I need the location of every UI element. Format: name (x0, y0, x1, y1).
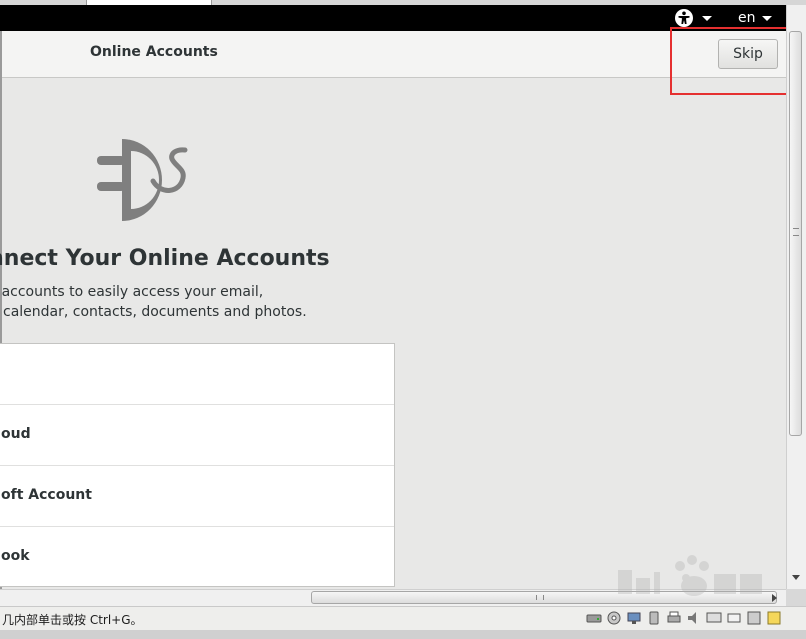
vertical-scroll-thumb[interactable] (789, 31, 802, 436)
description-line: calendar, contacts, documents and photos… (3, 304, 307, 320)
language-label: en (738, 10, 756, 26)
online-accounts-plug-icon (97, 139, 188, 221)
skip-highlight-box (670, 27, 788, 95)
hard-disk-icon[interactable] (586, 610, 602, 626)
account-row-label: ook (1, 548, 30, 564)
chevron-down-icon (702, 15, 712, 21)
header-bar: Online Accounts Skip (0, 31, 786, 78)
account-provider-list: oud oft Account ook (0, 343, 395, 587)
language-menu[interactable]: en (738, 8, 772, 28)
baidu-watermark-icon (618, 555, 762, 596)
account-row[interactable]: ook (0, 527, 394, 588)
accessibility-icon (675, 9, 693, 27)
account-row[interactable] (0, 344, 394, 405)
page-heading: onnect Your Online Accounts (0, 246, 330, 271)
account-row-label: oft Account (1, 487, 92, 503)
page-title: Online Accounts (90, 44, 218, 60)
vm-screen[interactable]: en Online Accounts Skip onnect Your Onli… (0, 5, 786, 589)
status-text: 几内部单击或按 Ctrl+G。 (2, 613, 143, 627)
chevron-down-icon (761, 15, 772, 21)
page-description: ct your accounts to easily access your e… (0, 282, 308, 322)
account-row[interactable]: oft Account (0, 466, 394, 527)
scroll-grip-icon (793, 228, 799, 236)
vertical-scrollbar[interactable] (786, 5, 806, 589)
scroll-grip-icon (536, 595, 544, 600)
account-row-label: oud (1, 426, 31, 442)
scroll-down-arrow-icon[interactable] (792, 575, 800, 580)
gnome-top-bar: en (0, 5, 786, 31)
scroll-right-arrow-icon[interactable] (772, 594, 777, 602)
description-line: ct your accounts to easily access your e… (0, 284, 264, 300)
accessibility-menu[interactable] (674, 8, 714, 28)
account-row[interactable]: oud (0, 405, 394, 466)
note-icon[interactable] (766, 610, 782, 626)
main-content: onnect Your Online Accounts ct your acco… (0, 78, 786, 589)
host-bottom-edge (0, 630, 806, 639)
